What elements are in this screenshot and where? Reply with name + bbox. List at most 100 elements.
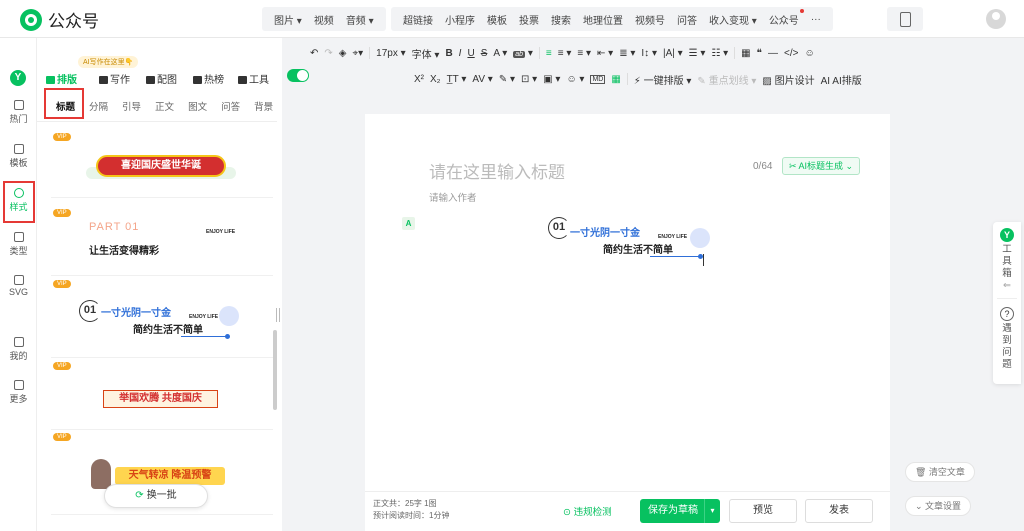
underline-icon[interactable]: U [467,48,474,59]
letter-spacing-icon[interactable]: |A| ▾ [663,48,683,59]
nav-miniprogram[interactable]: 小程序 [439,12,481,27]
rail-svg[interactable]: SVG [0,275,37,297]
stab-imgtext[interactable]: 图文 [181,100,214,121]
mobile-preview-icon[interactable] [887,7,923,31]
image-design-button[interactable]: ▨ 图片设计 [762,72,814,87]
preview-button[interactable]: 预览 [729,499,797,523]
one-click-layout-button[interactable]: ⚡ 一键排版 ▾ [634,72,692,87]
author-input[interactable]: 请输入作者 [429,190,477,204]
nav-audio[interactable]: 音频 ▾ [340,12,380,27]
table-icon[interactable]: ▦ [741,48,750,59]
italic-icon[interactable]: I [459,48,462,59]
rail-type[interactable]: 类型 [0,232,37,257]
font-family-select[interactable]: 字体 ▾ [412,46,440,61]
stab-guide[interactable]: 引导 [115,100,148,121]
text-case-icon[interactable]: T̲T ▾ [447,74,467,85]
publish-button[interactable]: 发表 [805,499,873,523]
nav-more[interactable]: ··· [805,14,827,25]
markdown-icon[interactable]: MD [590,74,606,84]
font-color-icon[interactable]: A ▾ [493,48,507,59]
stab-divider[interactable]: 分隔 [82,100,115,121]
nav-qa[interactable]: 问答 [671,12,703,27]
change-batch-button[interactable]: ⟳ 换一批 [104,484,208,508]
rail-more[interactable]: 更多 [0,380,37,405]
nav-image[interactable]: 图片 ▾ [268,12,308,27]
rail-mine[interactable]: 我的 [0,337,37,362]
card-4-text: 举国欢腾 共度国庆 [103,390,218,408]
stab-qa[interactable]: 问答 [214,100,247,121]
panel-scrollbar[interactable] [273,330,277,410]
stab-background[interactable]: 背景 [247,100,280,121]
key-underline-button[interactable]: ✎ 重点划线 ▾ [697,72,756,87]
ordered-list-icon[interactable]: ☷ ▾ [711,48,728,59]
char-spacing-icon[interactable]: AV ▾ [472,74,492,85]
help-icon[interactable]: ? [1000,307,1014,321]
rail-hot[interactable]: 热门 [0,100,37,125]
bold-icon[interactable]: B [445,48,452,59]
tab-layout[interactable]: 排版 [46,71,77,86]
save-draft-button[interactable]: 保存为草稿 ▾ [640,499,720,523]
violation-check-button[interactable]: ⊙ 违规检测 [563,504,612,518]
tab-image[interactable]: 配图 [146,71,177,86]
unordered-list-icon[interactable]: ☰ ▾ [689,48,706,59]
nav-template[interactable]: 模板 [481,12,513,27]
tab-tools[interactable]: 工具 [238,71,269,86]
style-card-3[interactable]: VIP 01 一寸光阴一寸金 ENJOY LIFE 简约生活不简单 [51,280,273,358]
superscript-icon[interactable]: X² [414,74,424,85]
style-card-2[interactable]: VIP PART 01 ENJOY LIFE 让生活变得精彩 [51,209,273,276]
ai-title-button[interactable]: ✂ AI标题生成 ⌄ [782,157,861,175]
ai-layout-button[interactable]: AI AI排版 [821,72,862,87]
toolbox-icon[interactable]: Y [1000,228,1014,242]
font-size-select[interactable]: 17px ▾ [376,48,405,59]
nav-video[interactable]: 视频 [308,12,340,27]
style-card-1[interactable]: VIP 喜迎国庆盛世华诞 [51,133,273,198]
style-card-4[interactable]: VIP 举国欢腾 共度国庆 [51,362,273,430]
undo-icon[interactable]: ↶ [310,48,318,59]
emoji-icon[interactable]: ☺ [804,48,814,59]
format-painter-icon[interactable]: ⌖▾ [352,48,363,59]
tab-write[interactable]: 写作 [99,71,130,86]
collapse-arrow-icon[interactable]: ⇐ [1001,280,1013,292]
clear-article-button[interactable]: 🗑 清空文章 [905,462,975,482]
layout-grid-icon[interactable]: ▦ [611,74,620,85]
tab-hotlist[interactable]: 热榜 [193,71,224,86]
save-dropdown-icon[interactable]: ▾ [704,499,720,523]
nav-location[interactable]: 地理位置 [577,12,629,27]
strikethrough-icon[interactable]: S [481,48,488,59]
title-input[interactable]: 请在这里输入标题 [429,158,565,183]
image-insert-icon[interactable]: ▣ ▾ [543,74,560,85]
panel-resize-handle[interactable] [276,308,280,322]
app-logo[interactable]: 公众号 [20,7,99,32]
magic-icon[interactable]: ✎ ▾ [499,74,515,85]
align-justify-icon[interactable]: ≡ ▾ [577,48,591,59]
redo-icon[interactable]: ↷ [324,48,332,59]
quote-icon[interactable]: ❝ [757,48,762,59]
nav-vote[interactable]: 投票 [513,12,545,27]
nav-channels[interactable]: 视频号 [629,12,671,27]
nav-search[interactable]: 搜索 [545,12,577,27]
line-height-icon[interactable]: ≣ ▾ [619,48,635,59]
sticker-icon[interactable]: ☺ ▾ [566,74,584,85]
code-icon[interactable]: </> [784,48,798,59]
subscript-icon[interactable]: X₂ [430,74,441,85]
article-settings-button[interactable]: ⌄ 文章设置 [905,496,972,516]
panel-toggle[interactable] [287,69,309,82]
clear-format-icon[interactable]: ◈ [339,48,347,59]
chart-icon[interactable]: ⊡ ▾ [521,74,537,85]
nav-hyperlink[interactable]: 超链接 [397,12,439,27]
user-avatar[interactable] [986,9,1006,29]
nav-monetize[interactable]: 收入变现 ▾ [703,12,763,27]
toolbox-label[interactable]: 工具箱 [1001,244,1013,280]
align-left-icon[interactable]: ≡ [546,48,552,59]
para-spacing-icon[interactable]: I↕ ▾ [641,48,657,59]
stab-body[interactable]: 正文 [148,100,181,121]
rail-template[interactable]: 模板 [0,144,37,169]
align-center-icon[interactable]: ≡ ▾ [558,48,572,59]
divider-icon[interactable]: — [768,48,778,59]
nav-official-account[interactable]: 公众号 [763,8,805,27]
indent-icon[interactable]: ⇤ ▾ [597,48,613,59]
insert-block-icon[interactable]: A [402,217,415,230]
editor-canvas[interactable]: 请在这里输入标题 0/64 ✂ AI标题生成 ⌄ 请输入作者 A 01 一寸光阴… [365,114,890,491]
highlight-color-icon[interactable]: ab ▾ [513,48,533,59]
help-label[interactable]: 遇到问题 [1001,323,1013,371]
